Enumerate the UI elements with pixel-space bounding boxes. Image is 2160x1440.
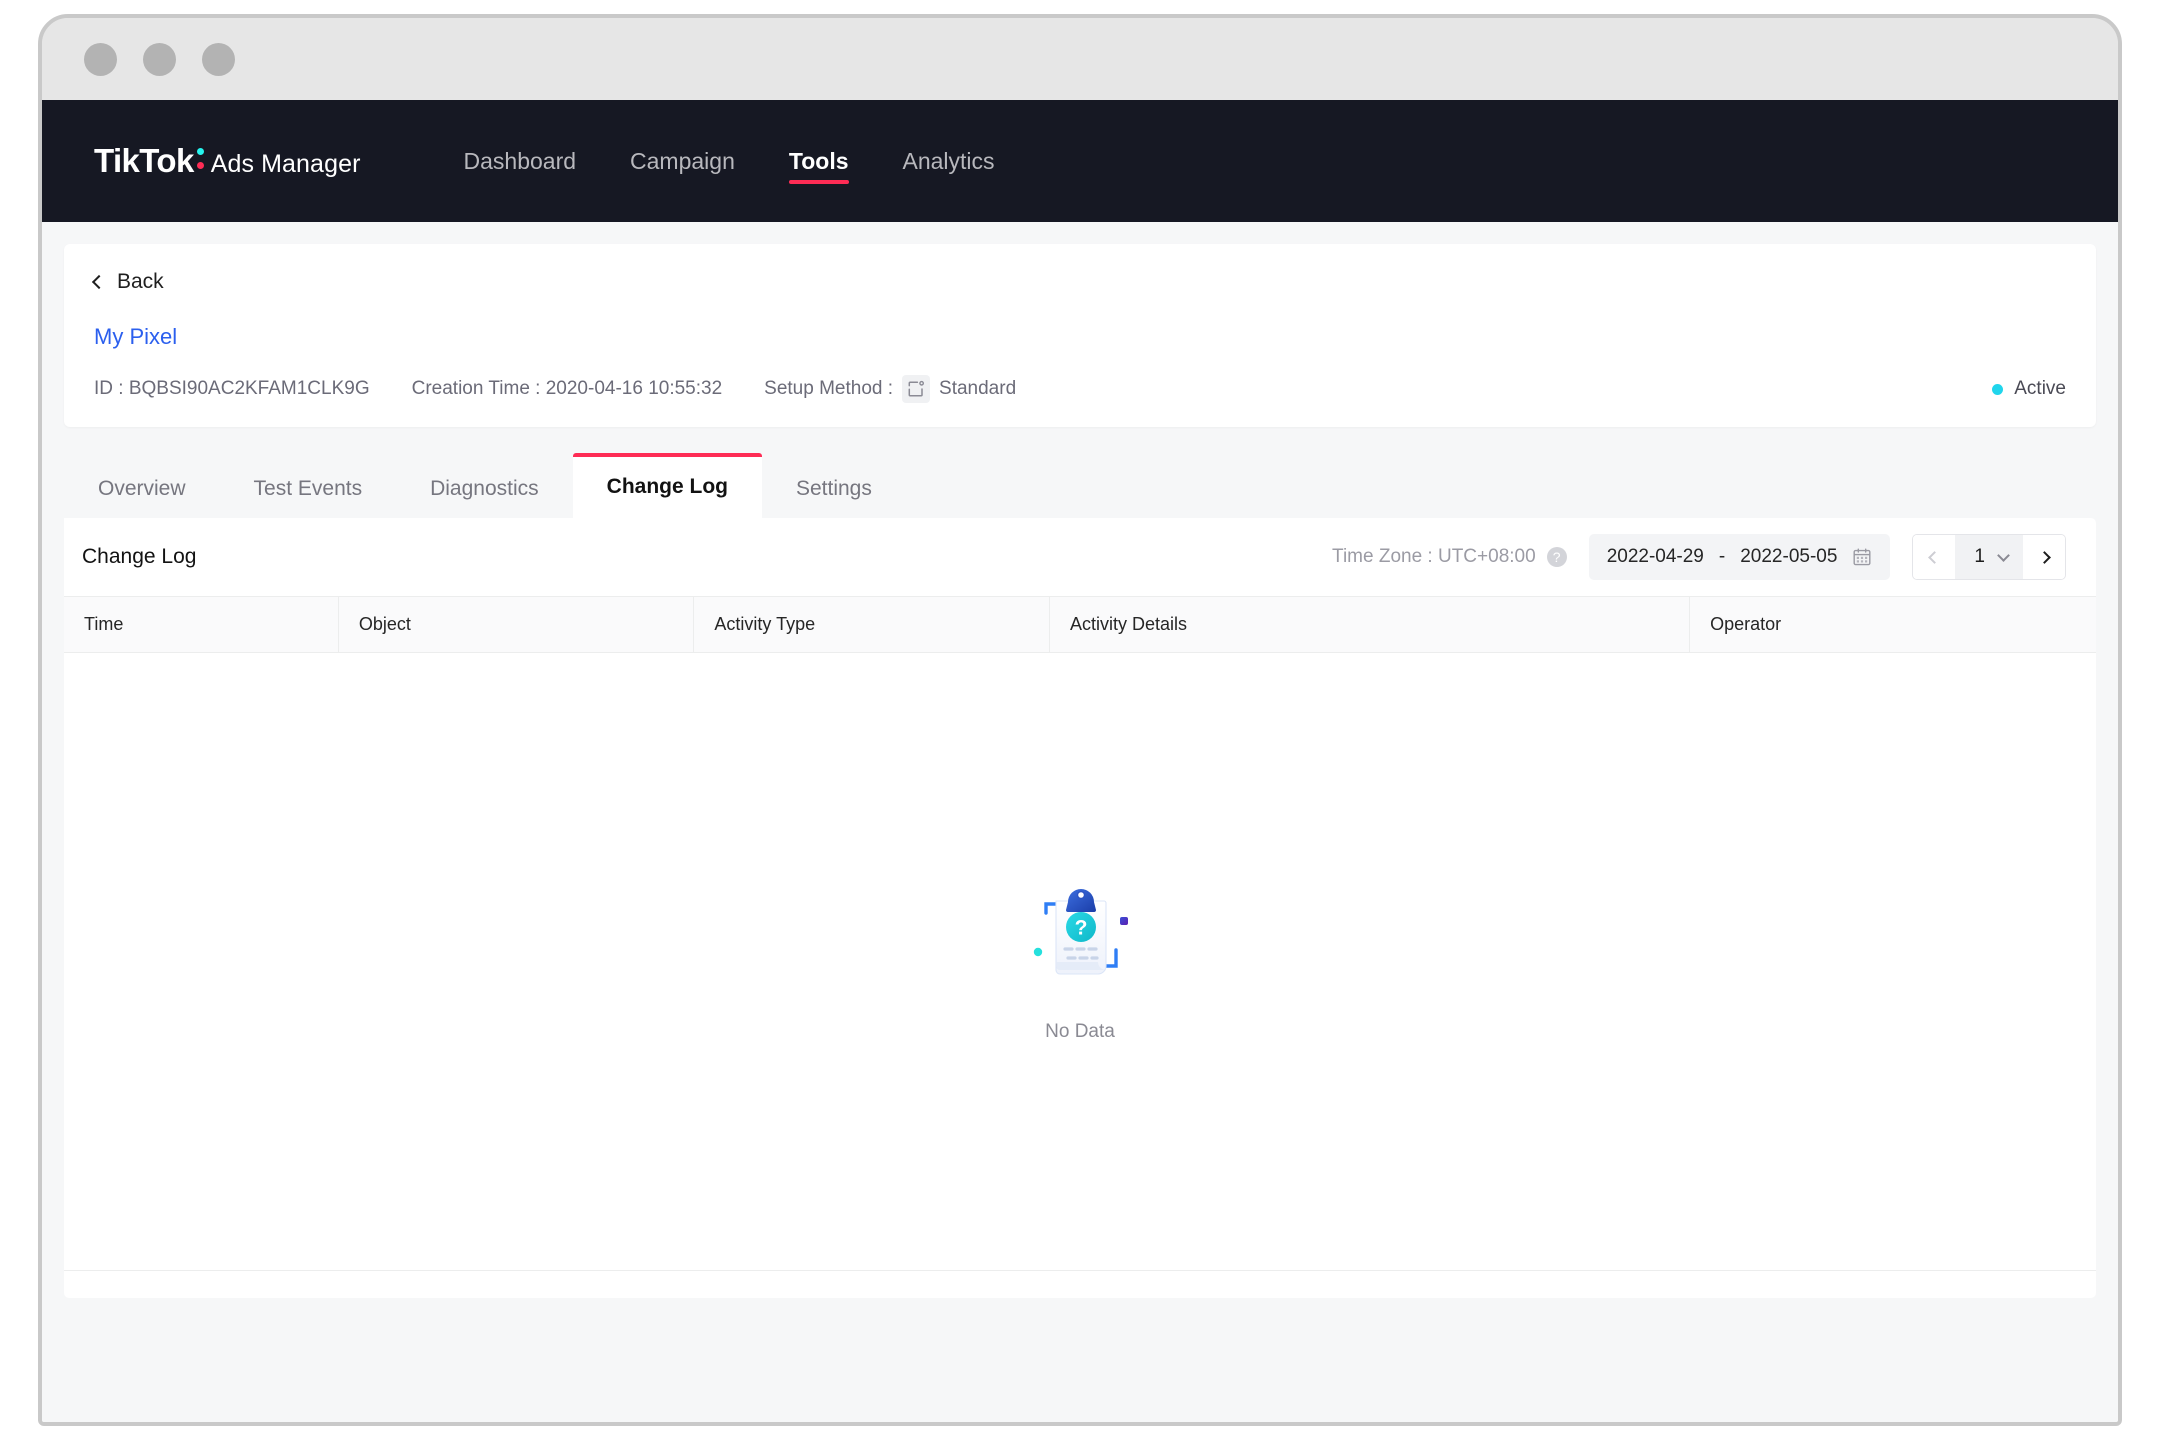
pixel-info-card: Back My Pixel ID : BQBSI90AC2KFAM1CLK9G … bbox=[64, 244, 2096, 427]
nav-item-label: Campaign bbox=[630, 147, 735, 174]
window-close-button[interactable] bbox=[84, 42, 117, 76]
chevron-down-icon bbox=[1997, 548, 2010, 562]
no-data-label: No Data bbox=[1045, 1021, 1115, 1042]
nav-item-dashboard[interactable]: Dashboard bbox=[437, 126, 604, 196]
page-body: Back My Pixel ID : BQBSI90AC2KFAM1CLK9G … bbox=[42, 222, 2118, 1422]
primary-nav-items: Dashboard Campaign Tools Analytics bbox=[437, 126, 1022, 196]
tiktok-ads-manager-logo[interactable]: TikTok Ads Manager bbox=[94, 142, 361, 180]
column-header-activity-type[interactable]: Activity Type bbox=[693, 596, 1050, 653]
date-range-start: 2022-04-29 bbox=[1606, 546, 1704, 567]
tiktok-colon-icon bbox=[195, 142, 208, 172]
pixel-id-text: ID : BQBSI90AC2KFAM1CLK9G bbox=[94, 378, 370, 399]
pixel-detail-tabs: Overview Test Events Diagnostics Change … bbox=[64, 453, 2096, 518]
column-header-activity-details[interactable]: Activity Details bbox=[1049, 596, 1691, 653]
tab-diagnostics[interactable]: Diagnostics bbox=[396, 458, 573, 518]
timezone-label: Time Zone : UTC+08:00 bbox=[1332, 546, 1536, 567]
table-header: Time Object Activity Type Activity Detai… bbox=[64, 596, 2096, 653]
standard-setup-icon bbox=[902, 375, 931, 403]
brand-primary-text: TikTok bbox=[94, 142, 194, 179]
tab-settings[interactable]: Settings bbox=[762, 458, 906, 518]
window-minimize-button[interactable] bbox=[143, 42, 176, 76]
date-range-picker[interactable]: 2022-04-29 - 2022-05-05 bbox=[1588, 534, 1891, 580]
column-header-time[interactable]: Time bbox=[64, 596, 339, 653]
tab-overview[interactable]: Overview bbox=[64, 458, 220, 518]
top-navigation-bar: TikTok Ads Manager Dashboard Campaign To… bbox=[42, 100, 2118, 222]
svg-text:?: ? bbox=[1075, 917, 1088, 940]
pagination-control: 1 bbox=[1912, 534, 2066, 580]
table-header-row: Time Object Activity Type Activity Detai… bbox=[64, 596, 2096, 653]
chevron-left-icon bbox=[1928, 550, 1941, 564]
nav-item-analytics[interactable]: Analytics bbox=[876, 126, 1022, 196]
pixel-setup-method: Setup Method : Standard bbox=[764, 375, 1016, 403]
tab-label: Settings bbox=[795, 477, 872, 500]
date-range-end: 2022-05-05 bbox=[1740, 546, 1838, 567]
browser-window: TikTok Ads Manager Dashboard Campaign To… bbox=[38, 14, 2122, 1426]
column-header-operator[interactable]: Operator bbox=[1689, 596, 2096, 653]
nav-item-campaign[interactable]: Campaign bbox=[603, 126, 762, 196]
chevron-left-icon bbox=[91, 274, 107, 289]
window-titlebar bbox=[42, 18, 2118, 100]
pixel-name-link[interactable]: My Pixel bbox=[94, 324, 177, 350]
tab-test-events[interactable]: Test Events bbox=[220, 458, 397, 518]
pixel-creation-time: Creation Time : 2020-04-16 10:55:32 bbox=[412, 378, 723, 400]
change-log-table: Time Object Activity Type Activity Detai… bbox=[64, 596, 2096, 1271]
tab-label: Diagnostics bbox=[430, 477, 539, 500]
pagination-page-select[interactable]: 1 bbox=[1955, 535, 2023, 579]
calendar-icon bbox=[1852, 547, 1872, 567]
status-label: Active bbox=[2014, 378, 2066, 399]
chevron-right-icon bbox=[2037, 550, 2051, 564]
back-button-label: Back bbox=[117, 270, 164, 293]
table-empty-row: ? No Data bbox=[64, 652, 2096, 1271]
pixel-meta-row: ID : BQBSI90AC2KFAM1CLK9G Creation Time … bbox=[94, 375, 2066, 403]
nav-item-label: Dashboard bbox=[463, 147, 577, 174]
brand-secondary-text: Ads Manager bbox=[210, 150, 361, 178]
nav-item-label: Tools bbox=[788, 147, 849, 174]
no-data-illustration-icon: ? bbox=[1020, 880, 1140, 1005]
pixel-creation-time-text: Creation Time : 2020-04-16 10:55:32 bbox=[411, 378, 723, 399]
tab-label: Test Events bbox=[253, 477, 363, 500]
change-log-toolbar: Change Log Time Zone : UTC+08:00 ? 2022-… bbox=[64, 518, 2096, 596]
pagination-prev-button[interactable] bbox=[1913, 535, 1956, 579]
timezone-info: Time Zone : UTC+08:00 ? bbox=[1332, 546, 1567, 568]
pixel-id: ID : BQBSI90AC2KFAM1CLK9G bbox=[94, 378, 370, 400]
setup-method-label: Setup Method : bbox=[764, 378, 894, 399]
pixel-status-badge: Active bbox=[1992, 378, 2066, 400]
panel-title: Change Log bbox=[82, 545, 197, 568]
column-header-object[interactable]: Object bbox=[338, 596, 695, 653]
help-icon[interactable]: ? bbox=[1546, 547, 1567, 567]
pagination-current-page: 1 bbox=[1974, 546, 1985, 567]
tab-label: Change Log bbox=[606, 475, 728, 498]
toolbar-controls: Time Zone : UTC+08:00 ? 2022-04-29 - 202… bbox=[1332, 534, 2066, 580]
back-button[interactable]: Back bbox=[91, 270, 164, 294]
change-log-panel: Change Log Time Zone : UTC+08:00 ? 2022-… bbox=[64, 518, 2096, 1298]
table-empty-cell: ? No Data bbox=[64, 652, 2096, 1271]
nav-item-tools[interactable]: Tools bbox=[762, 126, 876, 196]
status-dot-icon bbox=[1992, 383, 2004, 395]
tab-label: Overview bbox=[98, 477, 186, 500]
tab-change-log[interactable]: Change Log bbox=[572, 453, 763, 518]
date-range-separator: - bbox=[1718, 546, 1726, 567]
empty-state: ? No Data bbox=[64, 880, 2096, 1043]
setup-method-value: Standard bbox=[939, 378, 1017, 399]
nav-item-label: Analytics bbox=[902, 147, 995, 174]
window-maximize-button[interactable] bbox=[202, 42, 235, 76]
pagination-next-button[interactable] bbox=[2023, 535, 2065, 579]
table-body: ? No Data bbox=[64, 652, 2096, 1271]
